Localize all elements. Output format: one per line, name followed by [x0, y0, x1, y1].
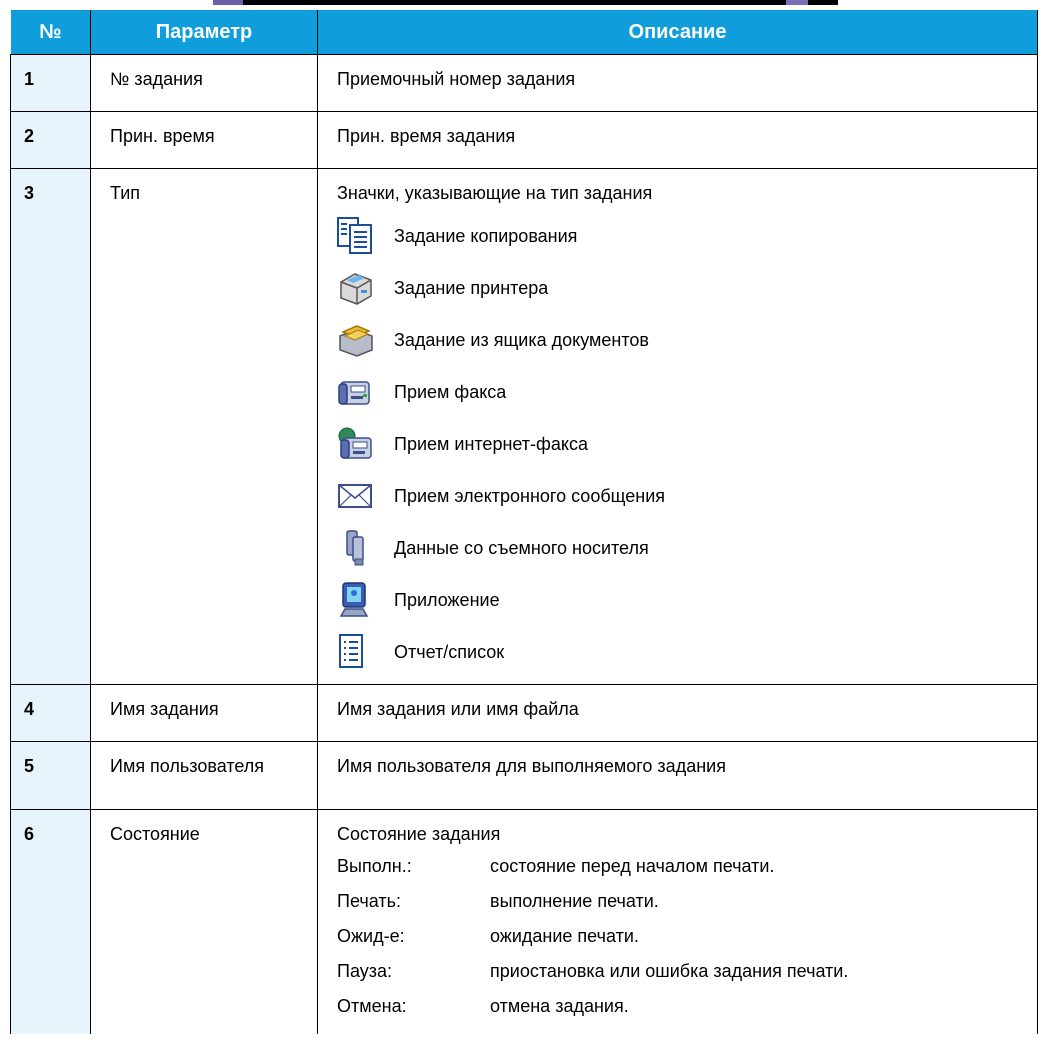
- email-receive-icon: [337, 476, 381, 516]
- icon-label: Отчет/список: [394, 642, 505, 662]
- state-key: Выполн.:: [337, 856, 412, 876]
- icon-label: Прием факса: [394, 382, 507, 402]
- list-item: Ожид-е: ожидание печати.: [337, 925, 1037, 960]
- row-description: Приемочный номер задания: [317, 54, 1038, 112]
- list-item: Прием интернет-факса: [337, 418, 1037, 470]
- list-item: Прием электронного сообщения: [337, 470, 1037, 522]
- list-item: Отмена: отмена задания.: [337, 995, 1037, 1030]
- icon-label: Прием электронного сообщения: [394, 486, 666, 506]
- state-key: Отмена:: [337, 996, 407, 1016]
- list-item: Задание из ящика документов: [337, 314, 1037, 366]
- internet-fax-receive-icon: [337, 424, 381, 464]
- row-number: 2: [10, 111, 91, 169]
- type-description-text: Значки, указывающие на тип задания: [337, 183, 653, 203]
- state-key: Печать:: [337, 891, 401, 911]
- table-row: 3 Тип Значки, указывающие на тип задания…: [10, 168, 1038, 685]
- row-number: 4: [10, 684, 91, 742]
- list-item: Пауза: приостановка или ошибка задания п…: [337, 960, 1037, 995]
- state-value: выполнение печати.: [490, 891, 659, 911]
- icon-label: Данные со съемного носителя: [394, 538, 649, 558]
- state-value: ожидание печати.: [490, 926, 639, 946]
- table-row: 2 Прин. время Прин. время задания: [10, 111, 1038, 169]
- header-description: Описание: [317, 10, 1038, 55]
- table-row: 6 Состояние Состояние задания Выполн.: с…: [10, 809, 1038, 1034]
- row-parameter: Тип: [90, 168, 318, 685]
- application-icon: [337, 580, 381, 620]
- row-number: 1: [10, 54, 91, 112]
- list-item: Отчет/список: [337, 626, 1037, 678]
- header-parameter: Параметр: [90, 10, 318, 55]
- top-bar-decoration: [213, 0, 838, 5]
- state-value: состояние перед началом печати.: [490, 856, 775, 876]
- icon-label: Приложение: [394, 590, 500, 610]
- job-status-parameters-table: № Параметр Описание 1 № задания Приемочн…: [10, 10, 1038, 1034]
- removable-memory-icon: [337, 528, 381, 568]
- row-parameter: Имя задания: [90, 684, 318, 742]
- job-type-icon-list: Задание копирования Задание принтера Зад…: [337, 210, 1037, 678]
- row-number: 5: [10, 741, 91, 810]
- document-box-job-icon: [337, 320, 381, 360]
- table-row: 4 Имя задания Имя задания или имя файла: [10, 684, 1038, 742]
- list-item: Задание принтера: [337, 262, 1037, 314]
- state-value: отмена задания.: [490, 996, 629, 1016]
- copy-job-icon: [337, 216, 381, 256]
- list-item: Печать: выполнение печати.: [337, 890, 1037, 925]
- state-key: Пауза:: [337, 961, 393, 981]
- row-parameter: № задания: [90, 54, 318, 112]
- icon-label: Задание копирования: [394, 226, 578, 246]
- row-parameter: Прин. время: [90, 111, 318, 169]
- header-number: №: [10, 10, 91, 55]
- list-item: Задание копирования: [337, 210, 1037, 262]
- row-description: Состояние задания Выполн.: состояние пер…: [317, 809, 1038, 1034]
- report-list-icon: [337, 632, 381, 672]
- row-number: 3: [10, 168, 91, 685]
- state-key: Ожид-е:: [337, 926, 405, 946]
- row-description: Прин. время задания: [317, 111, 1038, 169]
- printer-job-icon: [337, 268, 381, 308]
- list-item: Приложение: [337, 574, 1037, 626]
- row-description: Имя пользователя для выполняемого задани…: [317, 741, 1038, 810]
- row-parameter: Имя пользователя: [90, 741, 318, 810]
- state-description-text: Состояние задания: [337, 824, 501, 844]
- fax-receive-icon: [337, 372, 381, 412]
- icon-label: Прием интернет-факса: [394, 434, 588, 454]
- state-value: приостановка или ошибка задания печати.: [490, 961, 849, 981]
- table-row: 1 № задания Приемочный номер задания: [10, 54, 1038, 112]
- row-parameter: Состояние: [90, 809, 318, 1034]
- list-item: Выполн.: состояние перед началом печати.: [337, 855, 1037, 890]
- table-header: № Параметр Описание: [10, 10, 1038, 55]
- icon-label: Задание принтера: [394, 278, 549, 298]
- row-description: Значки, указывающие на тип задания Задан…: [317, 168, 1038, 685]
- list-item: Прием факса: [337, 366, 1037, 418]
- icon-label: Задание из ящика документов: [394, 330, 649, 350]
- list-item: Данные со съемного носителя: [337, 522, 1037, 574]
- row-description: Имя задания или имя файла: [317, 684, 1038, 742]
- table-row: 5 Имя пользователя Имя пользователя для …: [10, 741, 1038, 810]
- row-number: 6: [10, 809, 91, 1034]
